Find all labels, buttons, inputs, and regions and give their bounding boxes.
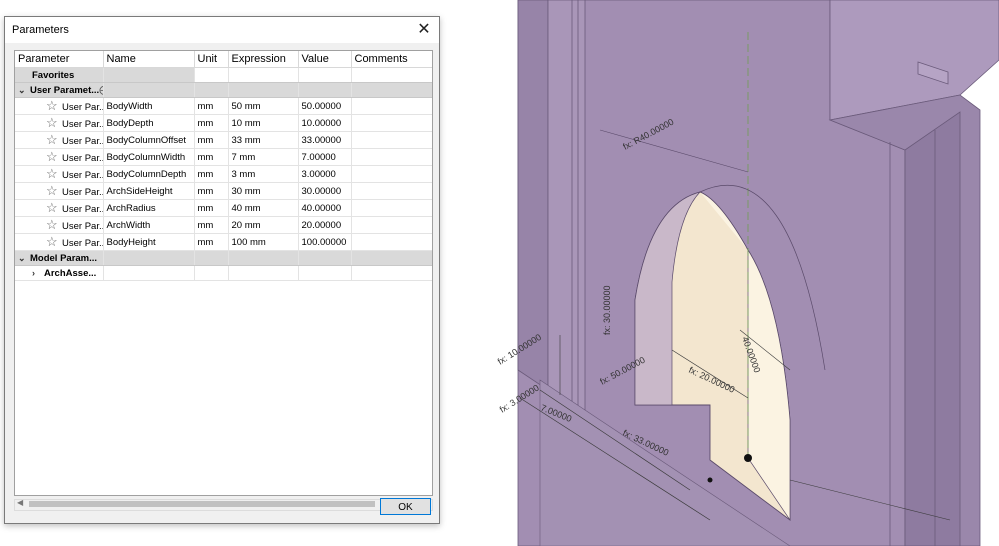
group-label: Model Param...	[30, 252, 98, 264]
table-row[interactable]: ☆ User Par... BodyWidth mm 50 mm 50.00000	[15, 97, 432, 115]
table-row[interactable]: ☆ User Par... ArchSideHeight mm 30 mm 30.…	[15, 182, 432, 200]
cell-expression[interactable]: 50 mm	[228, 97, 299, 115]
cell-name[interactable]: BodyColumnOffset	[103, 131, 195, 149]
table-header: Parameter Name Unit Expression Value Com…	[15, 51, 432, 68]
cell-value: 30.00000	[298, 182, 352, 200]
cell-expression[interactable]: 10 mm	[228, 114, 299, 132]
cell-name[interactable]: ArchRadius	[103, 199, 195, 217]
table-row[interactable]: ☆ User Par... BodyColumnWidth mm 7 mm 7.0…	[15, 148, 432, 166]
dialog-titlebar[interactable]: Parameters ✕	[5, 17, 439, 43]
dim-arch-side-height[interactable]: fx: 30.00000	[602, 285, 612, 335]
top-ledge	[829, 0, 999, 121]
table-row[interactable]: ☆ User Par... ArchWidth mm 20 mm 20.00000	[15, 216, 432, 234]
group-label: User Paramet...	[30, 84, 100, 96]
cell-unit[interactable]: mm	[194, 97, 229, 115]
chevron-right-icon[interactable]: ›	[32, 268, 44, 278]
table-row[interactable]: ☆ User Par... BodyColumnOffset mm 33 mm 3…	[15, 131, 432, 149]
cell-unit[interactable]: mm	[194, 165, 229, 183]
table-row[interactable]: ☆ User Par... BodyDepth mm 10 mm 10.00000	[15, 114, 432, 132]
column-header-value[interactable]: Value	[298, 51, 352, 68]
cell-comments[interactable]	[351, 216, 432, 234]
cell-name[interactable]: ArchSideHeight	[103, 182, 195, 200]
group-favorites[interactable]: Favorites	[15, 67, 432, 83]
cell-name[interactable]: BodyWidth	[103, 97, 195, 115]
cell-unit[interactable]: mm	[194, 199, 229, 217]
cell-value: 10.00000	[298, 114, 352, 132]
cell-value: 100.00000	[298, 233, 352, 251]
cell-value: 33.00000	[298, 131, 352, 149]
group-model-parameters[interactable]: ⌄ Model Param...	[15, 250, 432, 266]
cell-name[interactable]: BodyColumnDepth	[103, 165, 195, 183]
star-icon[interactable]: ☆	[46, 98, 62, 114]
horizontal-scrollbar[interactable]: ◀ ▶	[14, 498, 433, 511]
cell-unit[interactable]: mm	[194, 216, 229, 234]
chevron-down-icon[interactable]: ⌄	[18, 85, 30, 96]
table-row[interactable]: ☆ User Par... ArchRadius mm 40 mm 40.0000…	[15, 199, 432, 217]
cell-comments[interactable]	[351, 165, 432, 183]
column-header-parameter[interactable]: Parameter	[15, 51, 104, 68]
chevron-down-icon[interactable]: ⌄	[18, 253, 30, 264]
left-column-edge	[547, 0, 586, 421]
dialog-title: Parameters	[12, 24, 69, 36]
column-header-name[interactable]: Name	[103, 51, 195, 68]
scrollbar-thumb[interactable]	[29, 501, 375, 507]
column-header-expression[interactable]: Expression	[228, 51, 299, 68]
cell-comments[interactable]	[351, 131, 432, 149]
close-icon[interactable]: ✕	[409, 17, 439, 43]
star-icon[interactable]: ☆	[46, 234, 62, 250]
cell-value: 40.00000	[298, 199, 352, 217]
cell-name[interactable]: BodyDepth	[103, 114, 195, 132]
group-label: Favorites	[32, 69, 75, 81]
origin-point[interactable]	[744, 454, 752, 462]
left-column-face[interactable]	[517, 0, 549, 391]
cell-comments[interactable]	[351, 182, 432, 200]
cell-comments[interactable]	[351, 233, 432, 251]
table-row[interactable]: ☆ User Par... BodyHeight mm 100 mm 100.00…	[15, 233, 432, 251]
cell-expression[interactable]: 3 mm	[228, 165, 299, 183]
cell-value: 20.00000	[298, 216, 352, 234]
scroll-left-icon[interactable]: ◀	[17, 498, 23, 507]
table-row[interactable]: ☆ User Par... BodyColumnDepth mm 3 mm 3.0…	[15, 165, 432, 183]
cell-expression[interactable]: 40 mm	[228, 199, 299, 217]
add-icon[interactable]: ⨁	[99, 85, 102, 96]
star-icon[interactable]: ☆	[46, 166, 62, 182]
star-icon[interactable]: ☆	[46, 149, 62, 165]
cell-expression[interactable]: 100 mm	[228, 233, 299, 251]
cell-unit[interactable]: mm	[194, 114, 229, 132]
cell-unit[interactable]: mm	[194, 233, 229, 251]
cell-expression[interactable]: 20 mm	[228, 216, 299, 234]
cell-comments[interactable]	[351, 114, 432, 132]
column-header-unit[interactable]: Unit	[194, 51, 229, 68]
cell-comments[interactable]	[351, 148, 432, 166]
right-column-side	[904, 111, 961, 546]
sketch-point[interactable]	[707, 477, 713, 483]
ok-button[interactable]: OK	[380, 498, 431, 515]
star-icon[interactable]: ☆	[46, 132, 62, 148]
group-user-parameters[interactable]: ⌄User Paramet...⨁	[15, 82, 432, 98]
cell-value: 50.00000	[298, 97, 352, 115]
cell-value: 3.00000	[298, 165, 352, 183]
cell-value: 7.00000	[298, 148, 352, 166]
star-icon[interactable]: ☆	[46, 183, 62, 199]
star-icon[interactable]: ☆	[46, 217, 62, 233]
parameters-table[interactable]: Parameter Name Unit Expression Value Com…	[14, 50, 433, 496]
cell-unit[interactable]: mm	[194, 148, 229, 166]
cell-name[interactable]: BodyColumnWidth	[103, 148, 195, 166]
parameters-dialog: Parameters ✕ Parameter Name Unit Express…	[4, 16, 440, 524]
star-icon[interactable]: ☆	[46, 200, 62, 216]
column-header-comments[interactable]: Comments	[351, 51, 432, 68]
cell-expression[interactable]: 30 mm	[228, 182, 299, 200]
cell-name[interactable]: ArchWidth	[103, 216, 195, 234]
cell-expression[interactable]: 7 mm	[228, 148, 299, 166]
star-icon[interactable]: ☆	[46, 115, 62, 131]
cell-name[interactable]: BodyHeight	[103, 233, 195, 251]
cell-comments[interactable]	[351, 97, 432, 115]
cell-unit[interactable]: mm	[194, 131, 229, 149]
table-row[interactable]: › ArchAsse...	[15, 265, 432, 281]
cell-unit[interactable]: mm	[194, 182, 229, 200]
cell-expression[interactable]: 33 mm	[228, 131, 299, 149]
cell-comments[interactable]	[351, 199, 432, 217]
